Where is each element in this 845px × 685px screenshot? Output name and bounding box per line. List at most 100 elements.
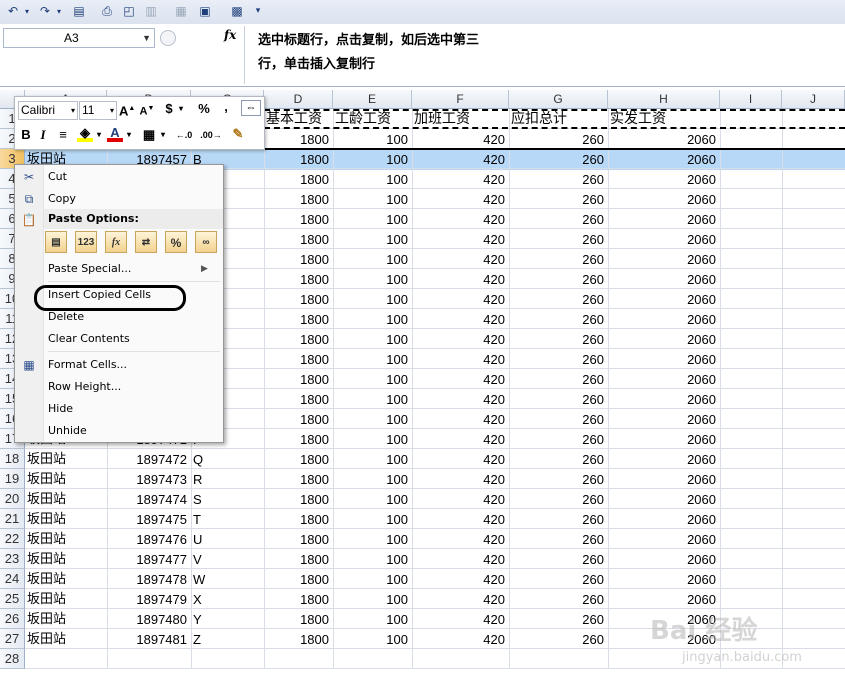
- cell-b19[interactable]: 1897473: [107, 469, 187, 489]
- cell-a26[interactable]: 坂田站: [27, 609, 66, 629]
- cell-f18[interactable]: 420: [412, 449, 505, 469]
- cell-a18[interactable]: 坂田站: [27, 449, 66, 469]
- menu-item-unhide[interactable]: Unhide: [48, 421, 87, 441]
- cell-f5[interactable]: 420: [412, 189, 505, 209]
- row-header-20[interactable]: 20: [0, 489, 25, 509]
- chevron-down-icon[interactable]: ▾: [110, 102, 114, 119]
- cell-g5[interactable]: 260: [509, 189, 604, 209]
- cell-g23[interactable]: 260: [509, 549, 604, 569]
- cell-f23[interactable]: 420: [412, 549, 505, 569]
- cell-c25[interactable]: X: [193, 589, 202, 609]
- bold-button[interactable]: B: [19, 126, 33, 144]
- row-header-26[interactable]: 26: [0, 609, 25, 629]
- cell-g25[interactable]: 260: [509, 589, 604, 609]
- cell-c19[interactable]: R: [193, 469, 202, 489]
- cell-h20[interactable]: 2060: [608, 489, 716, 509]
- comma-button[interactable]: ,: [221, 98, 231, 116]
- cell-g19[interactable]: 260: [509, 469, 604, 489]
- row-header-23[interactable]: 23: [0, 549, 25, 569]
- cell-d2[interactable]: 1800: [264, 129, 329, 149]
- cell-d8[interactable]: 1800: [264, 249, 329, 269]
- cell-c27[interactable]: Z: [193, 629, 201, 649]
- column-header-g[interactable]: G: [509, 90, 608, 109]
- cell-e26[interactable]: 100: [333, 609, 408, 629]
- cell-c26[interactable]: Y: [193, 609, 202, 629]
- column-header-e[interactable]: E: [333, 90, 412, 109]
- cell-g2[interactable]: 260: [509, 129, 604, 149]
- cell-b21[interactable]: 1897475: [107, 509, 187, 529]
- customize-toolbar-icon[interactable]: ▾: [252, 3, 264, 20]
- cell-b24[interactable]: 1897478: [107, 569, 187, 589]
- cell-d18[interactable]: 1800: [264, 449, 329, 469]
- cell-f14[interactable]: 420: [412, 369, 505, 389]
- formatting-percent-icon[interactable]: %: [165, 231, 187, 253]
- cell-g7[interactable]: 260: [509, 229, 604, 249]
- cell-e24[interactable]: 100: [333, 569, 408, 589]
- cell-d13[interactable]: 1800: [264, 349, 329, 369]
- cell-a23[interactable]: 坂田站: [27, 549, 66, 569]
- cell-f24[interactable]: 420: [412, 569, 505, 589]
- font-name-field[interactable]: Calibri ▾: [18, 101, 78, 120]
- cell-f1[interactable]: 加班工资: [414, 109, 470, 129]
- transpose-icon[interactable]: ⇄: [135, 231, 157, 253]
- cell-h1[interactable]: 实发工资: [610, 109, 666, 129]
- cell-e3[interactable]: 100: [333, 149, 408, 169]
- cell-e15[interactable]: 100: [333, 389, 408, 409]
- cell-a22[interactable]: 坂田站: [27, 529, 66, 549]
- cell-h17[interactable]: 2060: [608, 429, 716, 449]
- cell-d5[interactable]: 1800: [264, 189, 329, 209]
- formulas-fx-icon[interactable]: fx: [105, 231, 127, 253]
- cell-d15[interactable]: 1800: [264, 389, 329, 409]
- cell-f9[interactable]: 420: [412, 269, 505, 289]
- currency-button[interactable]: $: [163, 100, 175, 118]
- cell-g18[interactable]: 260: [509, 449, 604, 469]
- menu-item-format-cells[interactable]: Format Cells...: [48, 355, 127, 375]
- cell-e12[interactable]: 100: [333, 329, 408, 349]
- cell-e1[interactable]: 工龄工资: [335, 109, 391, 129]
- cell-h15[interactable]: 2060: [608, 389, 716, 409]
- decrease-decimal-icon[interactable]: .00→: [199, 126, 223, 144]
- cell-h7[interactable]: 2060: [608, 229, 716, 249]
- cell-h24[interactable]: 2060: [608, 569, 716, 589]
- cell-e16[interactable]: 100: [333, 409, 408, 429]
- cell-c20[interactable]: S: [193, 489, 202, 509]
- insert-function-icon[interactable]: fx: [224, 28, 236, 42]
- cell-e9[interactable]: 100: [333, 269, 408, 289]
- cell-h14[interactable]: 2060: [608, 369, 716, 389]
- cell-a19[interactable]: 坂田站: [27, 469, 66, 489]
- cell-f6[interactable]: 420: [412, 209, 505, 229]
- menu-item-cut[interactable]: Cut: [48, 167, 67, 187]
- cell-d25[interactable]: 1800: [264, 589, 329, 609]
- cell-g1[interactable]: 应扣总计: [511, 109, 567, 129]
- cell-d9[interactable]: 1800: [264, 269, 329, 289]
- cell-f15[interactable]: 420: [412, 389, 505, 409]
- cell-e18[interactable]: 100: [333, 449, 408, 469]
- menu-item-clear-contents[interactable]: Clear Contents: [48, 329, 130, 349]
- cell-c22[interactable]: U: [193, 529, 202, 549]
- cell-h4[interactable]: 2060: [608, 169, 716, 189]
- cell-b26[interactable]: 1897480: [107, 609, 187, 629]
- cell-a25[interactable]: 坂田站: [27, 589, 66, 609]
- cell-f27[interactable]: 420: [412, 629, 505, 649]
- cell-d27[interactable]: 1800: [264, 629, 329, 649]
- format-painter-brush-icon[interactable]: ✎: [229, 125, 247, 143]
- cell-h18[interactable]: 2060: [608, 449, 716, 469]
- cell-f7[interactable]: 420: [412, 229, 505, 249]
- cell-g3[interactable]: 260: [509, 149, 604, 169]
- cell-b25[interactable]: 1897479: [107, 589, 187, 609]
- cell-c18[interactable]: Q: [193, 449, 203, 469]
- cell-d20[interactable]: 1800: [264, 489, 329, 509]
- cell-f4[interactable]: 420: [412, 169, 505, 189]
- cell-e10[interactable]: 100: [333, 289, 408, 309]
- cell-g11[interactable]: 260: [509, 309, 604, 329]
- cell-h6[interactable]: 2060: [608, 209, 716, 229]
- cell-g17[interactable]: 260: [509, 429, 604, 449]
- menu-item-paste-special[interactable]: Paste Special...: [48, 259, 131, 279]
- cell-h11[interactable]: 2060: [608, 309, 716, 329]
- cell-f11[interactable]: 420: [412, 309, 505, 329]
- cell-d14[interactable]: 1800: [264, 369, 329, 389]
- cell-e25[interactable]: 100: [333, 589, 408, 609]
- cell-e19[interactable]: 100: [333, 469, 408, 489]
- cell-h25[interactable]: 2060: [608, 589, 716, 609]
- menu-item-hide[interactable]: Hide: [48, 399, 73, 419]
